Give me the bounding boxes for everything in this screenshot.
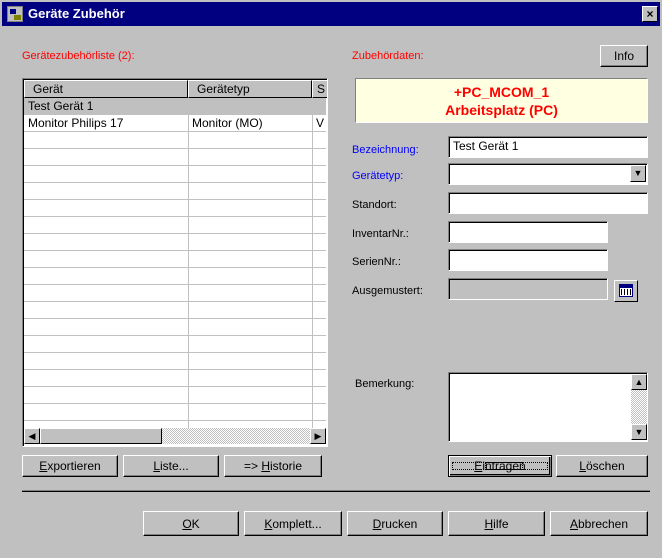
empty-row [24, 217, 326, 234]
app-icon [7, 6, 23, 22]
empty-row [24, 404, 326, 421]
empty-row [24, 234, 326, 251]
bemerkung-label: Bemerkung: [355, 378, 415, 390]
bezeichnung-label: Bezeichnung: [352, 144, 419, 156]
scroll-right-icon[interactable]: ▶ [310, 428, 326, 444]
column-header-s[interactable]: S [312, 80, 327, 98]
title-bar[interactable]: Geräte Zubehör × [2, 2, 660, 26]
close-button[interactable]: × [642, 6, 658, 22]
window-title: Geräte Zubehör [28, 6, 125, 21]
empty-row [24, 149, 326, 166]
column-header-geraetetyp[interactable]: Gerätetyp [188, 80, 312, 98]
section-title: Zubehördaten: [352, 50, 424, 62]
list-grid: Test Gerät 1 Monitor Philips 17 Monitor … [24, 98, 326, 428]
komplett-button[interactable]: Komplett... [244, 511, 342, 536]
ausgemustert-field [448, 278, 608, 300]
scroll-thumb[interactable] [40, 428, 162, 444]
empty-row [24, 166, 326, 183]
ok-button[interactable]: OK [143, 511, 239, 536]
history-button[interactable]: => Historie [224, 455, 322, 477]
calendar-icon [619, 284, 633, 297]
list-button[interactable]: Liste... [123, 455, 219, 477]
scroll-down-icon[interactable]: ▼ [631, 424, 647, 440]
cell-geraetetyp: Monitor (MO) [192, 116, 263, 130]
memo-scroll-track[interactable] [631, 390, 647, 424]
scroll-left-icon[interactable]: ◀ [24, 428, 40, 444]
standort-field[interactable] [448, 192, 648, 214]
empty-row [24, 251, 326, 268]
empty-row [24, 302, 326, 319]
accessory-list[interactable]: Gerät Gerätetyp S Test Gerät 1 Monitor P… [22, 78, 328, 447]
loeschen-button[interactable]: Löschen [556, 455, 648, 477]
drucken-button[interactable]: Drucken [347, 511, 443, 536]
empty-row [24, 319, 326, 336]
device-info-box: +PC_MCOM_1 Arbeitsplatz (PC) [355, 78, 648, 123]
bezeichnung-field[interactable]: Test Gerät 1 [448, 136, 648, 158]
standort-label: Standort: [352, 199, 397, 211]
empty-row [24, 183, 326, 200]
info-button[interactable]: Info [600, 45, 648, 67]
geraete-zubehoer-dialog: Geräte Zubehör × Gerätezubehörliste (2):… [0, 0, 662, 558]
list-title: Gerätezubehörliste (2): [22, 50, 135, 62]
inventar-field[interactable] [448, 221, 608, 243]
empty-row [24, 353, 326, 370]
inventar-label: InventarNr.: [352, 228, 409, 240]
hilfe-button[interactable]: Hilfe [448, 511, 545, 536]
column-divider [188, 98, 189, 428]
ausgemustert-label: Ausgemustert: [352, 285, 423, 297]
empty-row [24, 336, 326, 353]
empty-row [24, 132, 326, 149]
calendar-button[interactable] [614, 280, 638, 302]
empty-row [24, 370, 326, 387]
device-type: Arbeitsplatz (PC) [445, 102, 558, 118]
empty-row [24, 285, 326, 302]
column-header-geraet[interactable]: Gerät [24, 80, 188, 98]
bemerkung-textarea[interactable]: ▲ ▼ [448, 372, 648, 442]
eintragen-button[interactable]: Eintragen [448, 455, 552, 477]
serien-label: SerienNr.: [352, 256, 401, 268]
geraetetyp-select[interactable]: ▼ [448, 163, 648, 185]
empty-row [24, 268, 326, 285]
chevron-down-icon[interactable]: ▼ [630, 165, 646, 182]
divider [22, 491, 650, 492]
empty-row [24, 387, 326, 404]
serien-field[interactable] [448, 249, 608, 271]
table-row[interactable]: Monitor Philips 17 Monitor (MO) V [24, 115, 326, 132]
table-row[interactable]: Test Gerät 1 [24, 98, 326, 115]
empty-row [24, 200, 326, 217]
scroll-up-icon[interactable]: ▲ [631, 374, 647, 390]
cell-geraet: Monitor Philips 17 [28, 116, 124, 130]
export-button[interactable]: Exportieren [22, 455, 118, 477]
horizontal-scrollbar[interactable]: ◀ ▶ [24, 428, 326, 445]
cell-s: V [316, 116, 325, 130]
cell-geraet: Test Gerät 1 [28, 99, 94, 113]
abbrechen-button[interactable]: Abbrechen [550, 511, 648, 536]
device-name: +PC_MCOM_1 [453, 84, 550, 100]
column-divider [312, 98, 313, 428]
geraetetyp-label: Gerätetyp: [352, 170, 404, 182]
